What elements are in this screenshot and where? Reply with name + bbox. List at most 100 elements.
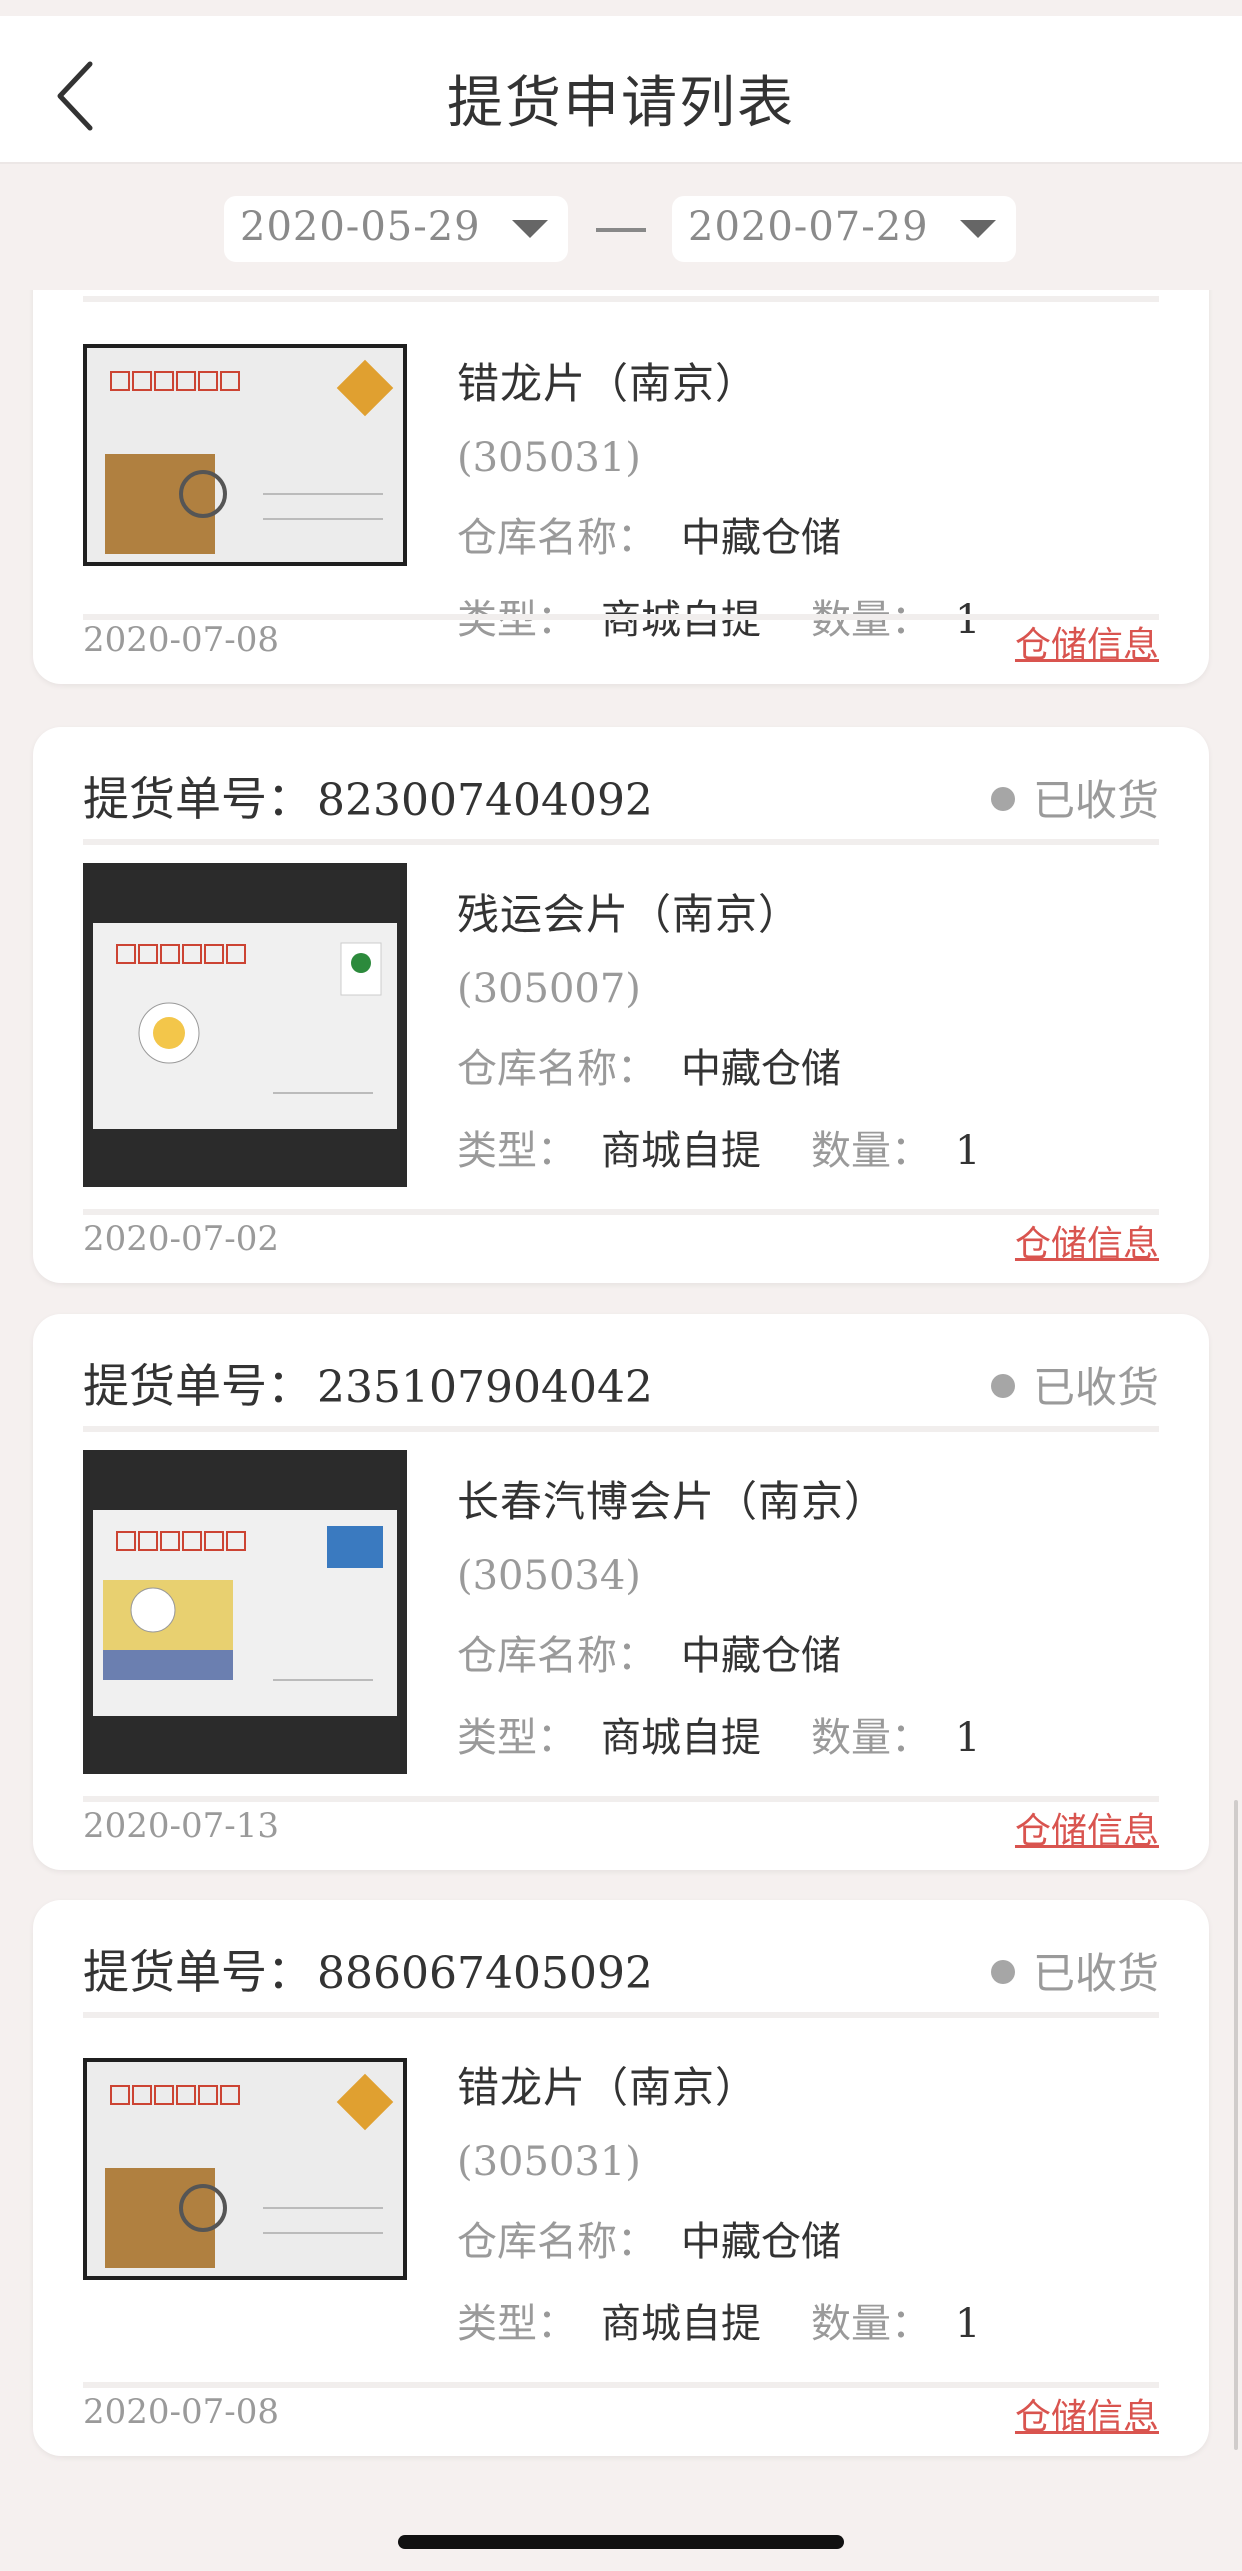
postcard-image — [93, 1510, 397, 1716]
order-card[interactable]: 提货单号：823007404092 已收货 残运会片（南京） (305007) … — [33, 727, 1209, 1283]
quantity-value: 1 — [955, 1715, 981, 1761]
warehouse-row: 仓库名称： 中藏仓储 — [457, 1036, 980, 1094]
type-row: 类型： 商城自提 数量： 1 — [457, 2291, 980, 2349]
order-number: 提货单号：823007404092 — [83, 763, 653, 829]
warehouse-value: 中藏仓储 — [681, 1046, 841, 1092]
status-dot-icon — [990, 787, 1015, 811]
quantity-label: 数量： — [811, 1128, 931, 1174]
scrollbar[interactable] — [1234, 1800, 1238, 2450]
product-info: 长春汽博会片（南京） (305034) 仓库名称： 中藏仓储 类型： 商城自提 数量：… — [457, 1468, 980, 1763]
status-bar — [0, 0, 1242, 16]
type-row: 类型： 商城自提 数量： 1 — [457, 1118, 980, 1176]
warehouse-value: 中藏仓储 — [681, 2219, 841, 2265]
order-number-label: 提货单号： — [83, 772, 313, 826]
divider — [83, 839, 1159, 845]
type-row: 类型： 商城自提 数量： 1 — [457, 1705, 980, 1763]
type-value: 商城自提 — [601, 1715, 761, 1761]
status-badge: 已收货 — [990, 1940, 1159, 2001]
card-footer: 2020-07-13 仓储信息 — [83, 1800, 1159, 1870]
status-text: 已收货 — [1032, 1949, 1159, 1998]
order-date: 2020-07-08 — [83, 620, 280, 660]
card-footer: 2020-07-02 仓储信息 — [83, 1213, 1159, 1283]
status-badge: 已收货 — [990, 1354, 1159, 1415]
type-label: 类型： — [457, 2301, 577, 2347]
product-thumbnail — [83, 2058, 407, 2280]
order-date: 2020-07-13 — [83, 1806, 280, 1846]
order-card[interactable]: 提货单号：886067405092 已收货 错龙片（南京） (305031) 仓… — [33, 1900, 1209, 2456]
product-thumbnail — [83, 1450, 407, 1774]
status-dot-icon — [990, 1374, 1015, 1398]
product-name: 残运会片（南京） — [457, 890, 802, 939]
warehouse-row: 仓库名称： 中藏仓储 — [457, 505, 980, 563]
divider — [83, 2012, 1159, 2018]
order-number-value: 886067405092 — [317, 1948, 653, 1999]
warehouse-label: 仓库名称： — [457, 1633, 657, 1679]
card-header: 提货单号：886067405092 已收货 — [83, 1900, 1159, 2018]
product-name: 长春汽博会片（南京） — [457, 1477, 888, 1526]
order-date: 2020-07-08 — [83, 2392, 280, 2432]
product-code: (305031) — [457, 435, 641, 481]
card-header: 提货单号：235107904042 已收货 — [83, 1314, 1159, 1432]
postcard-image — [87, 348, 403, 562]
date-range-filter: 2020-05-29 2020-07-29 — [0, 164, 1242, 290]
product-name: 错龙片（南京） — [457, 2063, 759, 2112]
product-thumbnail — [83, 863, 407, 1187]
dropdown-caret-icon — [512, 220, 548, 238]
warehouse-label: 仓库名称： — [457, 1046, 657, 1092]
status-badge: 已收货 — [990, 767, 1159, 828]
card-footer: 2020-07-08 仓储信息 — [83, 2386, 1159, 2456]
start-date-value: 2020-05-29 — [240, 204, 481, 250]
order-number-value: 823007404092 — [317, 775, 653, 826]
dropdown-caret-icon — [960, 220, 996, 238]
order-card[interactable]: 错龙片（南京） (305031) 仓库名称： 中藏仓储 类型： 商城自提 数量： 1 2… — [33, 290, 1209, 684]
product-info: 错龙片（南京） (305031) 仓库名称： 中藏仓储 类型： 商城自提 数量： 1 — [457, 2054, 980, 2349]
home-indicator[interactable] — [398, 2535, 844, 2549]
warehouse-label: 仓库名称： — [457, 515, 657, 561]
storage-info-link[interactable]: 仓储信息 — [1015, 1802, 1159, 1854]
postcard-image — [87, 2062, 403, 2276]
order-list: 错龙片（南京） (305031) 仓库名称： 中藏仓储 类型： 商城自提 数量： 1 2… — [0, 290, 1242, 2571]
quantity-value: 1 — [955, 2301, 981, 2347]
type-value: 商城自提 — [601, 2301, 761, 2347]
end-date-value: 2020-07-29 — [688, 204, 929, 250]
warehouse-row: 仓库名称： 中藏仓储 — [457, 2209, 980, 2267]
product-info: 错龙片（南京） (305031) 仓库名称： 中藏仓储 类型： 商城自提 数量： 1 — [457, 350, 980, 645]
product-info: 残运会片（南京） (305007) 仓库名称： 中藏仓储 类型： 商城自提 数量： 1 — [457, 881, 980, 1176]
page-title: 提货申请列表 — [447, 71, 795, 136]
type-value: 商城自提 — [601, 1128, 761, 1174]
product-name: 错龙片（南京） — [457, 359, 759, 408]
order-number-label: 提货单号： — [83, 1945, 313, 1999]
order-number: 提货单号：235107904042 — [83, 1350, 653, 1416]
product-code: (305034) — [457, 1553, 641, 1599]
card-footer: 2020-07-08 仓储信息 — [83, 614, 1159, 684]
card-header: 提货单号：823007404092 已收货 — [83, 727, 1159, 845]
product-code: (305007) — [457, 966, 641, 1012]
order-number-label: 提货单号： — [83, 1359, 313, 1413]
status-text: 已收货 — [1032, 1363, 1159, 1412]
warehouse-label: 仓库名称： — [457, 2219, 657, 2265]
date-range-separator — [596, 228, 646, 232]
order-card[interactable]: 提货单号：235107904042 已收货 长春汽博会片（南京） (305034… — [33, 1314, 1209, 1870]
storage-info-link[interactable]: 仓储信息 — [1015, 2388, 1159, 2440]
storage-info-link[interactable]: 仓储信息 — [1015, 1215, 1159, 1267]
status-text: 已收货 — [1032, 776, 1159, 825]
warehouse-value: 中藏仓储 — [681, 1633, 841, 1679]
postcard-image — [93, 923, 397, 1129]
order-number: 提货单号：886067405092 — [83, 1936, 653, 2002]
order-date: 2020-07-02 — [83, 1219, 280, 1259]
divider — [83, 296, 1159, 302]
type-label: 类型： — [457, 1715, 577, 1761]
warehouse-value: 中藏仓储 — [681, 515, 841, 561]
start-date-picker[interactable]: 2020-05-29 — [224, 196, 568, 262]
storage-info-link[interactable]: 仓储信息 — [1015, 616, 1159, 668]
warehouse-row: 仓库名称： 中藏仓储 — [457, 1623, 980, 1681]
quantity-value: 1 — [955, 1128, 981, 1174]
order-number-value: 235107904042 — [317, 1362, 653, 1413]
divider — [83, 1426, 1159, 1432]
status-dot-icon — [990, 1960, 1015, 1984]
quantity-label: 数量： — [811, 2301, 931, 2347]
end-date-picker[interactable]: 2020-07-29 — [672, 196, 1016, 262]
quantity-label: 数量： — [811, 1715, 931, 1761]
product-thumbnail — [83, 344, 407, 566]
nav-header: 提货申请列表 — [0, 16, 1242, 164]
